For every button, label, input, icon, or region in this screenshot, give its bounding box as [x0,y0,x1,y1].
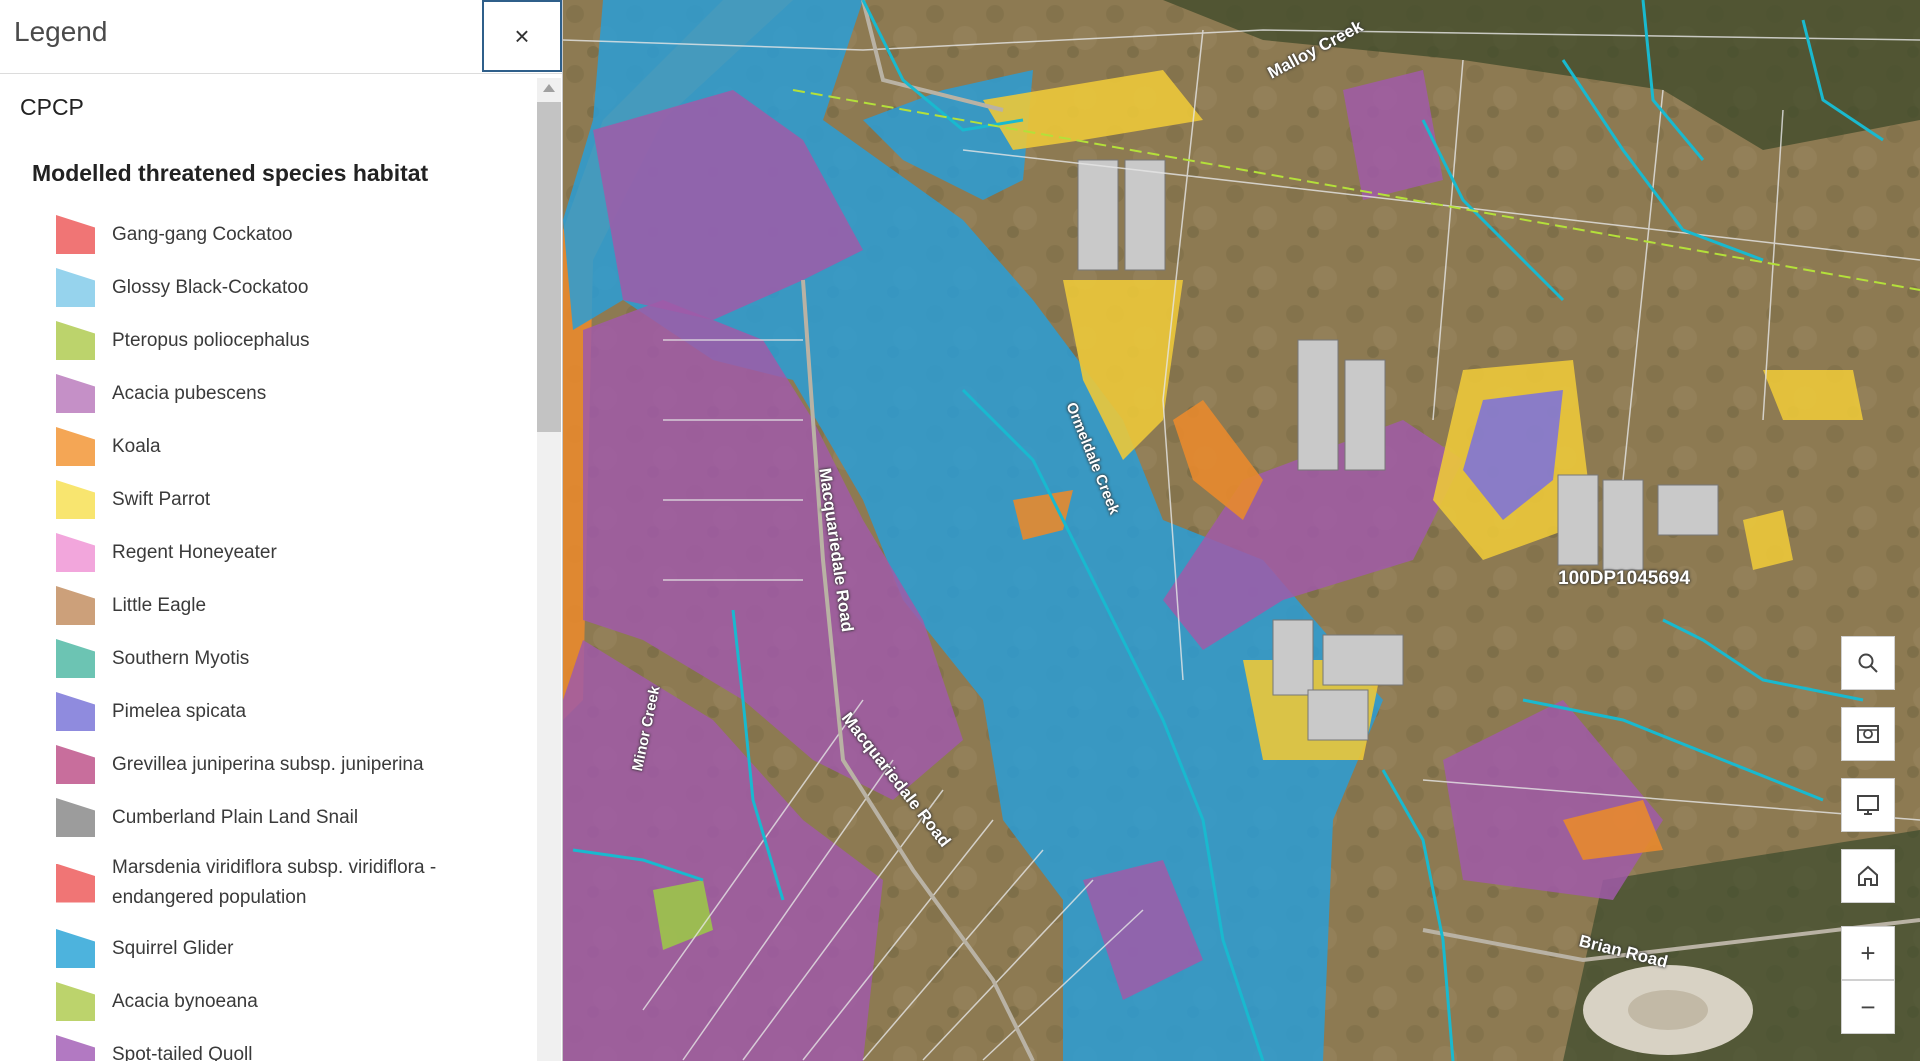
legend-item: Spot-tailed Quoll [0,1028,535,1061]
legend-title: Legend [14,16,108,47]
legend-swatch [56,374,95,413]
legend-item-label: Swift Parrot [112,488,211,510]
scroll-up-icon[interactable] [543,84,555,92]
legend-item-label: Southern Myotis [112,647,250,669]
legend-swatch [56,692,95,731]
zoom-in-button[interactable]: + [1841,926,1895,980]
legend-item: Pteropus poliocephalus [0,314,535,367]
legend-item-label: Little Eagle [112,594,207,616]
legend-swatch [56,982,95,1021]
home-icon [1858,865,1878,886]
legend-swatch [56,863,95,903]
legend-item-label: Grevillea juniperina subsp. juniperina [112,753,424,775]
legend-item-label: Koala [112,435,161,457]
layer-title: CPCP [20,94,84,120]
map-label-lot: 100DP1045694 [1558,568,1691,589]
legend-item: Swift Parrot [0,473,535,526]
legend-item-label: Acacia bynoeana [112,990,258,1012]
search-icon [1858,653,1878,673]
legend-swatch [56,586,95,625]
legend-swatch [56,215,95,254]
legend-item-label: Glossy Black-Cockatoo [112,276,309,298]
fullscreen-button[interactable] [1841,778,1895,832]
legend-item-label: Marsdenia viridiflora subsp. viridiflora… [112,857,437,908]
map-canvas [563,0,1920,1061]
legend-item: Acacia pubescens [0,367,535,420]
legend-item-label: Pimelea spicata [112,700,247,722]
legend-swatch [56,321,95,360]
legend-item: Regent Honeyeater [0,526,535,579]
legend-swatch [56,427,95,466]
legend-item: Glossy Black-Cockatoo [0,261,535,314]
group-title: Modelled threatened species habitat [32,160,429,186]
legend-swatch [56,268,95,307]
legend-swatch [56,533,95,572]
legend-list: Gang-gang Cockatoo Glossy Black-Cockatoo P… [0,208,535,1061]
legend-swatch [56,639,95,678]
legend-item-label: Squirrel Glider [112,937,234,959]
legend-item-label: Acacia pubescens [112,382,267,404]
legend-item-label: Pteropus poliocephalus [112,329,310,351]
legend-item: Squirrel Glider [0,922,535,975]
monitor-icon [1857,795,1879,815]
search-button[interactable] [1841,636,1895,690]
legend-swatch [56,745,95,784]
legend-item-label: Spot-tailed Quoll [112,1043,253,1061]
legend-body: CPCP Modelled threatened species habitat… [0,74,535,1061]
zoom-out-button[interactable]: − [1841,980,1895,1034]
legend-swatch [56,798,95,837]
legend-item-label: Gang-gang Cockatoo [112,223,293,245]
legend-item: Little Eagle [0,579,535,632]
legend-item: Cumberland Plain Land Snail [0,791,535,844]
basemap-gallery-icon [1857,725,1879,743]
map-view[interactable]: Malloy Creek Ormeldale Creek Macquarieda… [563,0,1920,1061]
close-button[interactable]: × [482,0,562,72]
close-icon: × [514,21,530,51]
scroll-thumb[interactable] [537,102,561,432]
legend-item: Koala [0,420,535,473]
legend-panel: Legend × CPCP Modelled threatened specie… [0,0,563,1061]
home-button[interactable] [1841,849,1895,903]
legend-item: Gang-gang Cockatoo [0,208,535,261]
legend-item: Acacia bynoeana [0,975,535,1028]
legend-item: Grevillea juniperina subsp. juniperina [0,738,535,791]
legend-swatch [56,480,95,519]
legend-scrollbar[interactable] [537,78,561,1061]
legend-header: Legend × [0,0,562,74]
legend-item: Southern Myotis [0,632,535,685]
legend-swatch [56,1035,95,1061]
legend-item-label: Regent Honeyeater [112,541,277,563]
legend-item-label: Cumberland Plain Land Snail [112,806,359,828]
legend-item: Pimelea spicata [0,685,535,738]
quarry-area [1628,990,1708,1030]
legend-item: Marsdenia viridiflora subsp. viridiflora… [0,844,535,922]
basemap-gallery-button[interactable] [1841,707,1895,761]
legend-swatch [56,929,95,968]
